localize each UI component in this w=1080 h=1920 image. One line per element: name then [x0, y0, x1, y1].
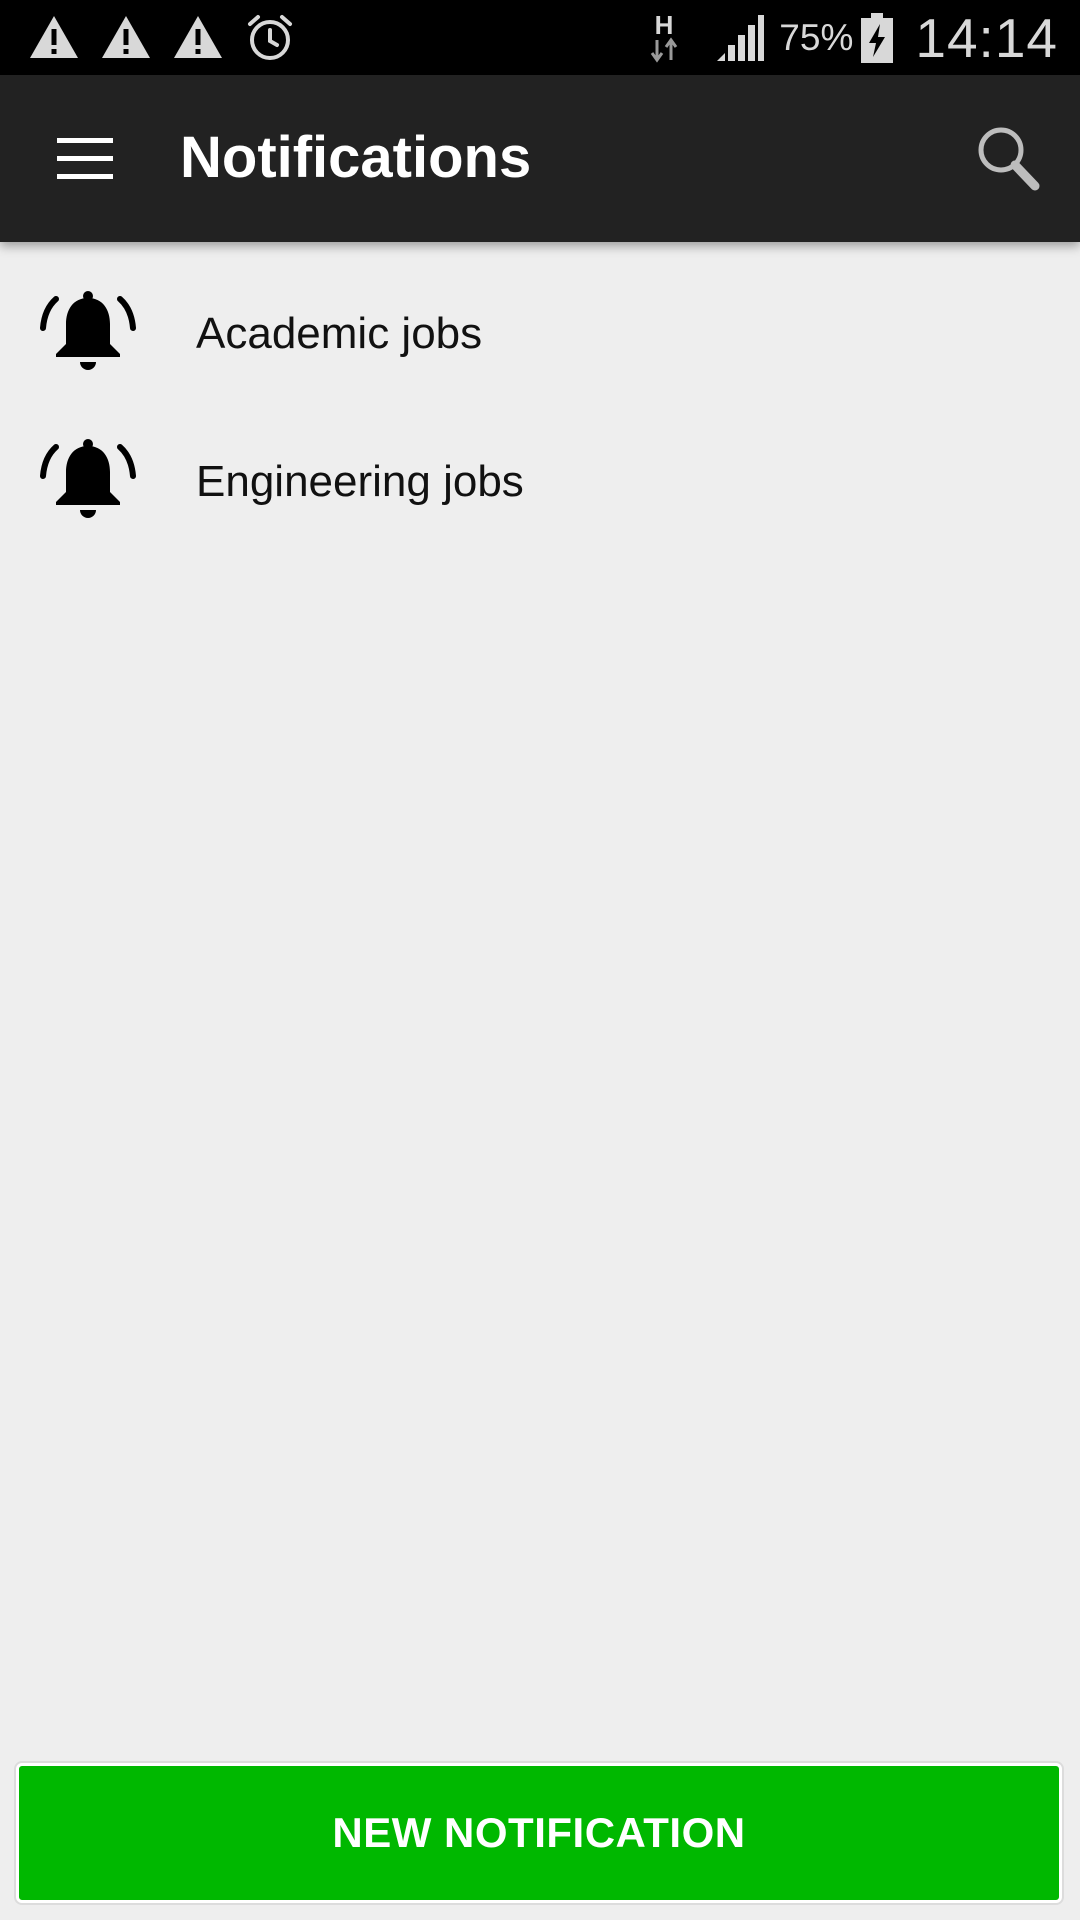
battery-charging-icon	[861, 12, 894, 63]
page-title: Notifications	[180, 125, 532, 190]
warning-icon	[30, 16, 78, 58]
list-item[interactable]: Academic jobs	[0, 260, 1080, 408]
svg-text:H: H	[655, 10, 674, 40]
warning-icon	[102, 16, 150, 58]
search-icon	[978, 127, 1040, 191]
alarm-icon	[248, 15, 292, 60]
network-type-icon: H	[651, 10, 678, 63]
battery-percentage: 75%	[779, 16, 854, 58]
list-item[interactable]: Engineering jobs	[0, 408, 1080, 556]
list-item-label: Engineering jobs	[196, 457, 524, 506]
status-system-icons: H 75% 14:14	[647, 0, 1058, 75]
status-notification-icons	[28, 12, 316, 64]
app-bar: Notifications	[0, 75, 1080, 242]
new-notification-button-label: NEW NOTIFICATION	[332, 1809, 746, 1856]
status-bar: H 75% 14:14	[0, 0, 1080, 75]
clock: 14:14	[915, 6, 1058, 69]
hamburger-menu-icon	[57, 138, 113, 179]
signal-strength-icon	[717, 14, 765, 61]
list-item-label: Academic jobs	[196, 309, 483, 358]
menu-button[interactable]	[40, 121, 130, 197]
new-notification-button[interactable]: NEW NOTIFICATION	[16, 1763, 1062, 1903]
bell-ringing-icon	[40, 291, 136, 370]
warning-icon	[174, 16, 222, 58]
notification-list: Academic jobs Engineering jobs	[0, 260, 1080, 556]
bell-ringing-icon	[40, 439, 136, 518]
search-button[interactable]	[964, 115, 1050, 201]
